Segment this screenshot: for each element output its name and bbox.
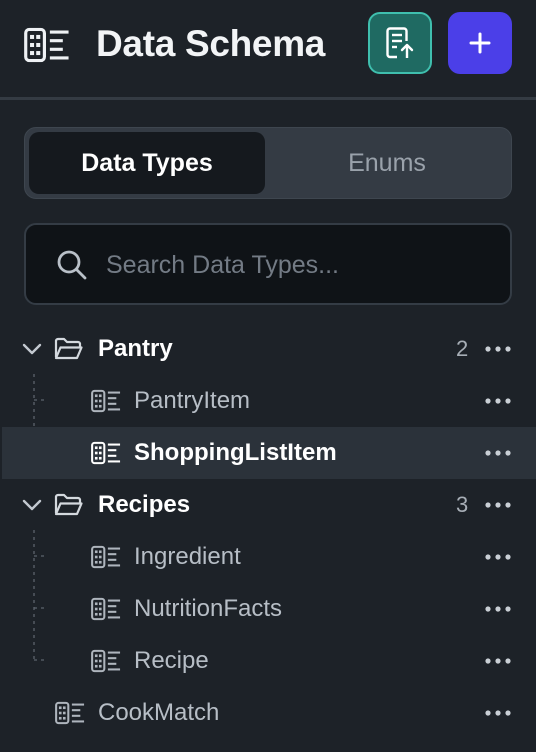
search-input[interactable] [104,241,488,289]
more-options-icon[interactable] [484,493,512,517]
list-item-ingredient[interactable]: Ingredient [0,531,536,583]
item-label: Recipe [134,647,209,674]
data-type-icon [91,545,121,569]
data-type-icon [91,441,121,465]
more-options-icon[interactable] [484,597,512,621]
data-type-icon [91,649,121,673]
list-item-cookmatch[interactable]: CookMatch [0,687,536,739]
folder-label: Recipes [98,491,191,518]
more-options-icon[interactable] [484,649,512,673]
list-item-shoppinglistitem[interactable]: ShoppingListItem [2,427,536,479]
add-data-type-button[interactable] [448,12,512,74]
item-label: PantryItem [134,387,251,414]
more-options-icon[interactable] [484,337,512,361]
folder-count: 3 [456,492,469,517]
chevron-down-icon[interactable] [22,343,42,355]
page-title: Data Schema [96,23,326,64]
item-label: NutritionFacts [134,595,283,622]
document-upload-icon [386,27,414,59]
header: Data Schema [0,0,536,100]
data-type-icon [91,389,121,413]
folder-label: Pantry [98,335,173,362]
data-type-icon [55,701,85,725]
item-label: CookMatch [98,699,220,726]
data-type-icon [91,597,121,621]
folder-icon [54,493,84,517]
list-item-recipe[interactable]: Recipe [0,635,536,687]
folder-row-recipes[interactable]: Recipes 3 [0,479,536,531]
folder-row-pantry[interactable]: Pantry 2 [0,323,536,375]
upload-schema-button[interactable] [368,12,432,74]
folder-icon [54,337,84,361]
item-label: Ingredient [134,543,241,570]
item-label: ShoppingListItem [134,439,337,466]
more-options-icon[interactable] [484,441,512,465]
search-icon [57,250,87,280]
tab-enums[interactable]: Enums [269,132,505,194]
plus-icon [469,32,491,54]
chevron-down-icon[interactable] [22,499,42,511]
data-schema-icon [24,27,70,63]
tab-bar: Data Types Enums [24,127,512,199]
list-item-pantryitem[interactable]: PantryItem [0,375,536,427]
list-item-nutritionfacts[interactable]: NutritionFacts [0,583,536,635]
more-options-icon[interactable] [484,701,512,725]
folder-count: 2 [456,336,469,361]
more-options-icon[interactable] [484,389,512,413]
tab-data-types[interactable]: Data Types [29,132,265,194]
search-box [24,223,512,305]
more-options-icon[interactable] [484,545,512,569]
